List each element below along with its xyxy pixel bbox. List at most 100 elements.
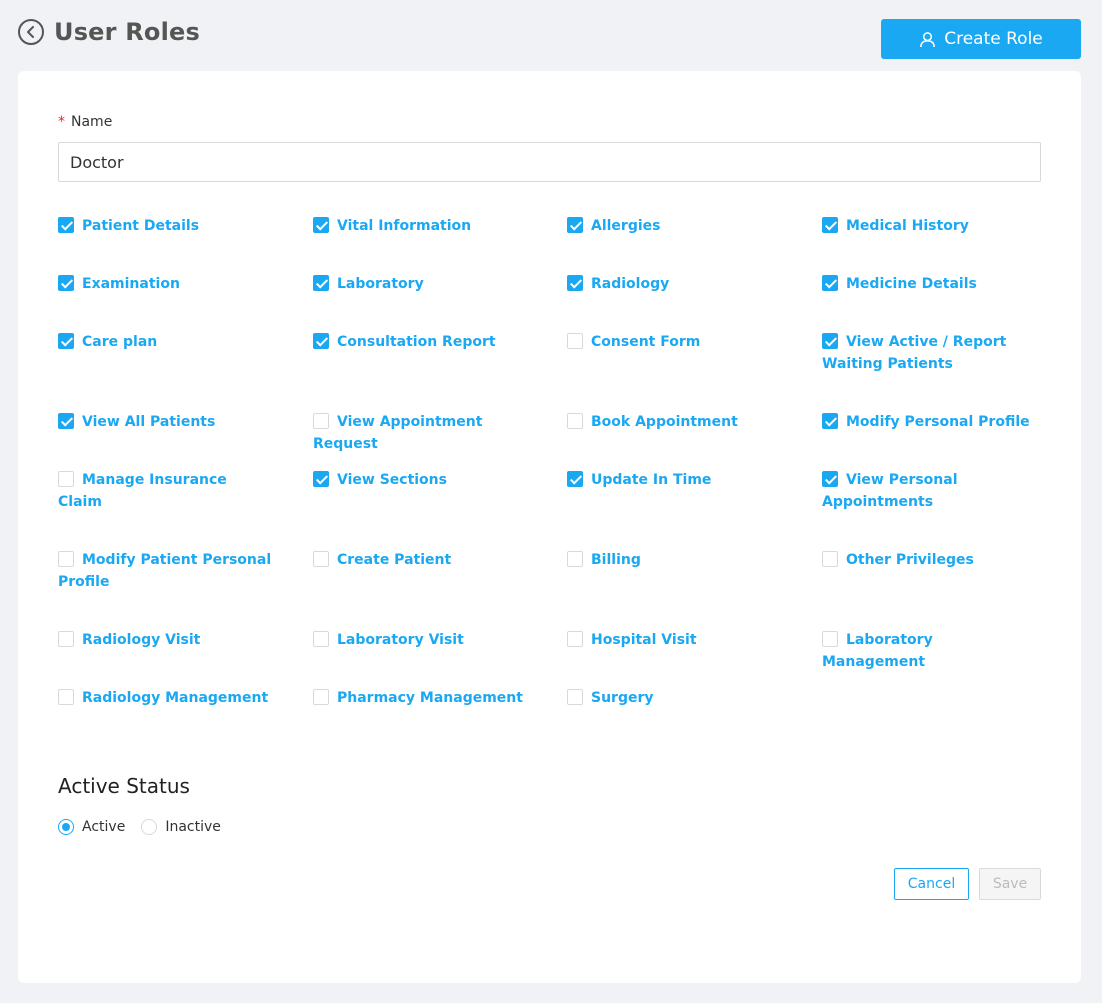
- permission-checkbox[interactable]: [567, 217, 583, 233]
- cancel-button[interactable]: Cancel: [894, 868, 969, 900]
- permission-label: Hospital Visit: [591, 632, 697, 648]
- permission-checkbox[interactable]: [822, 471, 838, 487]
- permission-modify-personal-profile[interactable]: Modify Personal Profile: [822, 411, 1037, 433]
- active-status-title: Active Status: [58, 774, 190, 798]
- permission-label: Pharmacy Management: [337, 690, 523, 706]
- permission-label: View Sections: [337, 472, 447, 488]
- radio-inactive-button[interactable]: [141, 819, 158, 835]
- create-role-button[interactable]: Create Role: [881, 19, 1081, 59]
- permission-label: Billing: [591, 552, 641, 568]
- permission-patient-details[interactable]: Patient Details: [58, 215, 273, 237]
- permission-allergies[interactable]: Allergies: [567, 215, 782, 237]
- permission-checkbox[interactable]: [822, 551, 838, 567]
- permission-radiology-visit[interactable]: Radiology Visit: [58, 629, 273, 651]
- permission-checkbox[interactable]: [822, 217, 838, 233]
- permission-view-all-patients[interactable]: View All Patients: [58, 411, 273, 433]
- permission-checkbox[interactable]: [567, 333, 583, 349]
- create-role-label: Create Role: [944, 29, 1043, 49]
- radio-active-button[interactable]: [58, 819, 74, 835]
- permission-view-personal-appointments[interactable]: View Personal Appointments: [822, 469, 1037, 513]
- name-input[interactable]: [58, 142, 1041, 182]
- permission-vital-information[interactable]: Vital Information: [313, 215, 528, 237]
- required-mark: *: [58, 114, 65, 130]
- permission-checkbox[interactable]: [58, 471, 74, 487]
- permission-checkbox[interactable]: [567, 551, 583, 567]
- permission-checkbox[interactable]: [58, 275, 74, 291]
- permission-laboratory-management[interactable]: Laboratory Management: [822, 629, 1037, 673]
- permission-laboratory[interactable]: Laboratory: [313, 273, 528, 295]
- permission-checkbox[interactable]: [822, 413, 838, 429]
- permission-checkbox[interactable]: [313, 471, 329, 487]
- permission-checkbox[interactable]: [58, 689, 74, 705]
- permission-view-appointment-request[interactable]: View Appointment Request: [313, 411, 528, 455]
- permission-medicine-details[interactable]: Medicine Details: [822, 273, 1037, 295]
- permission-label: View All Patients: [82, 414, 216, 430]
- permission-checkbox[interactable]: [313, 275, 329, 291]
- permission-checkbox[interactable]: [822, 275, 838, 291]
- permission-checkbox[interactable]: [313, 413, 329, 429]
- permission-manage-insurance-claim[interactable]: Manage Insurance Claim: [58, 469, 273, 513]
- permission-label: Manage Insurance Claim: [58, 472, 227, 510]
- radio-inactive[interactable]: Inactive: [141, 819, 221, 835]
- permission-checkbox[interactable]: [567, 413, 583, 429]
- permission-update-in-time[interactable]: Update In Time: [567, 469, 782, 491]
- permission-view-active-report-waiting-patients[interactable]: View Active / Report Waiting Patients: [822, 331, 1037, 375]
- permission-label: Examination: [82, 276, 180, 292]
- permission-checkbox[interactable]: [313, 551, 329, 567]
- permission-other-privileges[interactable]: Other Privileges: [822, 549, 1037, 571]
- permission-checkbox[interactable]: [58, 333, 74, 349]
- permission-checkbox[interactable]: [567, 631, 583, 647]
- permission-checkbox[interactable]: [822, 333, 838, 349]
- permission-label: Radiology: [591, 276, 670, 292]
- permission-label: Consultation Report: [337, 334, 496, 350]
- permission-pharmacy-management[interactable]: Pharmacy Management: [313, 687, 528, 709]
- permission-label: Laboratory Management: [822, 632, 933, 670]
- permission-checkbox[interactable]: [313, 333, 329, 349]
- permission-checkbox[interactable]: [58, 551, 74, 567]
- radio-inactive-label: Inactive: [165, 819, 221, 835]
- permission-examination[interactable]: Examination: [58, 273, 273, 295]
- permission-checkbox[interactable]: [567, 275, 583, 291]
- permission-hospital-visit[interactable]: Hospital Visit: [567, 629, 782, 651]
- permission-checkbox[interactable]: [58, 217, 74, 233]
- permission-checkbox[interactable]: [58, 413, 74, 429]
- permission-label: Other Privileges: [846, 552, 974, 568]
- permission-label: Book Appointment: [591, 414, 738, 430]
- permission-label: Vital Information: [337, 218, 472, 234]
- permission-laboratory-visit[interactable]: Laboratory Visit: [313, 629, 528, 651]
- permission-checkbox[interactable]: [822, 631, 838, 647]
- permission-consultation-report[interactable]: Consultation Report: [313, 331, 528, 353]
- permission-radiology[interactable]: Radiology: [567, 273, 782, 295]
- permission-view-sections[interactable]: View Sections: [313, 469, 528, 491]
- permission-create-patient[interactable]: Create Patient: [313, 549, 528, 571]
- back-button[interactable]: [18, 19, 44, 45]
- role-form-card: * Name Patient Details Vital Information Al…: [18, 71, 1081, 983]
- permission-checkbox[interactable]: [313, 631, 329, 647]
- permission-label: Radiology Management: [82, 690, 269, 706]
- permission-label: Modify Patient Personal Profile: [58, 552, 272, 590]
- permission-radiology-management[interactable]: Radiology Management: [58, 687, 273, 709]
- permission-care-plan[interactable]: Care plan: [58, 331, 273, 353]
- permission-billing[interactable]: Billing: [567, 549, 782, 571]
- page-header: User Roles Create Role: [18, 18, 1081, 60]
- page-title: User Roles: [54, 18, 200, 46]
- radio-active[interactable]: Active: [58, 819, 125, 835]
- permission-checkbox[interactable]: [567, 471, 583, 487]
- permission-medical-history[interactable]: Medical History: [822, 215, 1037, 237]
- permission-checkbox[interactable]: [567, 689, 583, 705]
- permission-modify-patient-personal-profile[interactable]: Modify Patient Personal Profile: [58, 549, 273, 593]
- permission-label: View Active / Report Waiting Patients: [822, 334, 1007, 372]
- save-button[interactable]: Save: [979, 868, 1041, 900]
- permission-checkbox[interactable]: [58, 631, 74, 647]
- permission-label: Radiology Visit: [82, 632, 201, 648]
- permission-label: Laboratory Visit: [337, 632, 464, 648]
- permission-label: Update In Time: [591, 472, 712, 488]
- permission-checkbox[interactable]: [313, 689, 329, 705]
- status-radio-group: Active Inactive: [58, 819, 221, 835]
- permission-label: Surgery: [591, 690, 654, 706]
- permission-consent-form[interactable]: Consent Form: [567, 331, 782, 353]
- permission-label: Allergies: [591, 218, 661, 234]
- permission-book-appointment[interactable]: Book Appointment: [567, 411, 782, 433]
- permission-surgery[interactable]: Surgery: [567, 687, 782, 709]
- permission-checkbox[interactable]: [313, 217, 329, 233]
